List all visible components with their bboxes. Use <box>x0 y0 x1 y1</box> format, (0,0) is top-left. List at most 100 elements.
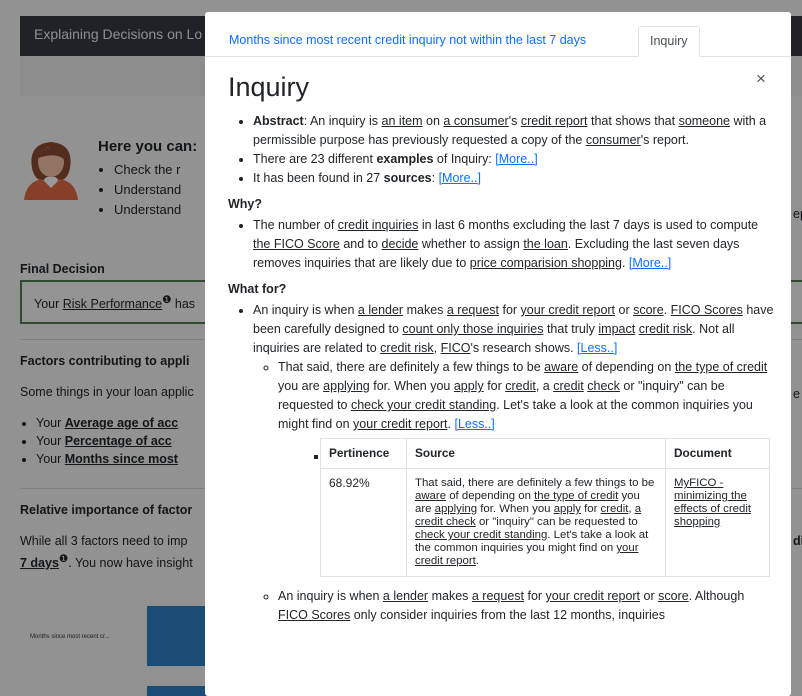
document-link[interactable]: MyFICO - minimizing the effects of credi… <box>674 477 751 528</box>
concept-link[interactable]: check your credit standing <box>415 529 547 541</box>
subitem-less-link[interactable]: [Less..] <box>454 417 494 431</box>
examples-more-link[interactable]: [More..] <box>495 152 537 166</box>
text: or "inquiry" can be requested to <box>475 516 638 528</box>
sources-more-link[interactable]: [More..] <box>439 171 481 185</box>
concept-link[interactable]: aware <box>544 360 578 374</box>
concept-link[interactable]: FICO <box>441 341 471 355</box>
examples-item: There are 23 different examples of Inqui… <box>253 150 774 169</box>
concept-link[interactable]: a consumer <box>443 114 508 128</box>
concept-link[interactable]: credit <box>553 379 584 393</box>
concept-link[interactable]: decide <box>382 237 419 251</box>
concept-link[interactable]: FICO Scores <box>671 303 743 317</box>
concept-link[interactable]: the FICO Score <box>253 237 340 251</box>
tab-inquiry[interactable]: Inquiry <box>638 26 700 57</box>
table-row: 68.92% That said, there are definitely a… <box>320 468 770 577</box>
concept-link[interactable]: apply <box>554 503 581 515</box>
what-for-less-link[interactable]: [Less..] <box>577 341 617 355</box>
concept-link[interactable]: a request <box>447 303 499 317</box>
text: That said, there are definitely a few th… <box>415 477 655 489</box>
text: makes <box>403 303 447 317</box>
what-for-item: An inquiry is when a lender makes a requ… <box>253 301 774 625</box>
text: An inquiry is when <box>253 303 358 317</box>
table-header: Source <box>406 438 666 469</box>
text: for. When you <box>477 503 554 515</box>
concept-link[interactable]: check <box>587 379 620 393</box>
sources-table: Pertinence Source Document 68.92% That s… <box>320 438 770 577</box>
why-more-link[interactable]: [More..] <box>629 256 671 270</box>
tab-months-since-inquiry[interactable]: Months since most recent credit inquiry … <box>218 26 597 57</box>
concept-link[interactable]: consumer <box>586 133 641 147</box>
concept-link[interactable]: credit risk <box>380 341 433 355</box>
text: of Inquiry: <box>433 152 496 166</box>
text: , a <box>535 379 554 393</box>
text: . <box>663 303 671 317</box>
concept-link[interactable]: your credit report <box>521 303 615 317</box>
abstract-label: Abstract <box>253 114 304 128</box>
sources-table-list: Pertinence Source Document 68.92% That s… <box>278 438 774 577</box>
examples-label: examples <box>376 152 434 166</box>
concept-link[interactable]: apply <box>454 379 484 393</box>
text: and to <box>339 237 382 251</box>
text: There are 23 different <box>253 152 377 166</box>
text: An inquiry is when <box>278 589 383 603</box>
concept-link[interactable]: a lender <box>358 303 403 317</box>
source-cell: That said, there are definitely a few th… <box>406 468 666 577</box>
concept-link[interactable]: someone <box>679 114 730 128</box>
text: for <box>580 503 601 515</box>
concept-link[interactable]: FICO Scores <box>278 608 350 622</box>
text: for. When you <box>369 379 454 393</box>
pertinence-cell: 68.92% <box>320 468 407 577</box>
abstract-item: Abstract: An inquiry is an item on a con… <box>253 112 774 150</box>
concept-link[interactable]: credit inquiries <box>338 218 419 232</box>
concept-link[interactable]: applying <box>435 503 477 515</box>
concept-link[interactable]: the type of credit <box>675 360 767 374</box>
concept-link[interactable]: check your credit standing <box>351 398 496 412</box>
what-for-heading: What for? <box>228 282 287 296</box>
concept-link[interactable]: your credit report <box>353 417 447 431</box>
text: or <box>640 589 659 603</box>
what-for-subitem: An inquiry is when a lender makes a requ… <box>278 587 774 625</box>
concept-link[interactable]: your credit report <box>546 589 640 603</box>
concept-link[interactable]: price comparision shopping <box>470 256 622 270</box>
text: you are <box>278 379 324 393</box>
text: The number of <box>253 218 338 232</box>
overview-list: Abstract: An inquiry is an item on a con… <box>228 112 774 188</box>
text: . <box>475 555 479 567</box>
text: 's <box>508 114 521 128</box>
concept-link[interactable]: an item <box>382 114 423 128</box>
concept-link[interactable]: applying <box>323 379 370 393</box>
close-icon[interactable]: × <box>756 70 766 87</box>
sources-label: sources <box>383 171 432 185</box>
concept-link[interactable]: aware <box>415 490 446 502</box>
sources-table-item: Pertinence Source Document 68.92% That s… <box>320 438 774 577</box>
concept-link[interactable]: credit <box>505 379 536 393</box>
text: on <box>422 114 444 128</box>
text: whether to assign <box>418 237 524 251</box>
concept-link[interactable]: the loan <box>523 237 567 251</box>
what-for-list: An inquiry is when a lender makes a requ… <box>228 301 774 625</box>
concept-link[interactable]: the type of credit <box>534 490 618 502</box>
concept-link[interactable]: score <box>658 589 689 603</box>
concept-link[interactable]: credit risk <box>639 322 692 336</box>
concept-link[interactable]: impact <box>598 322 635 336</box>
text: . Although <box>688 589 745 603</box>
concept-link[interactable]: a request <box>472 589 524 603</box>
text: that truly <box>543 322 599 336</box>
sources-item: It has been found in 27 sources: [More..… <box>253 169 774 188</box>
document-cell: MyFICO - minimizing the effects of credi… <box>665 468 770 577</box>
text: of depending on <box>578 360 675 374</box>
concept-link[interactable]: score <box>633 303 664 317</box>
concept-link[interactable]: a lender <box>383 589 428 603</box>
what-for-subitem: That said, there are definitely a few th… <box>278 358 774 577</box>
text: It has been found in 27 <box>253 171 384 185</box>
inquiry-modal: Months since most recent credit inquiry … <box>205 12 791 696</box>
text: for <box>499 303 521 317</box>
concept-link[interactable]: credit <box>601 503 629 515</box>
concept-link[interactable]: credit report <box>521 114 588 128</box>
text: that shows that <box>587 114 679 128</box>
text: makes <box>428 589 472 603</box>
concept-link[interactable]: count only those inquiries <box>402 322 543 336</box>
why-item: The number of credit inquiries in last 6… <box>253 216 774 273</box>
table-header: Document <box>665 438 770 469</box>
modal-title: Inquiry <box>228 72 310 102</box>
